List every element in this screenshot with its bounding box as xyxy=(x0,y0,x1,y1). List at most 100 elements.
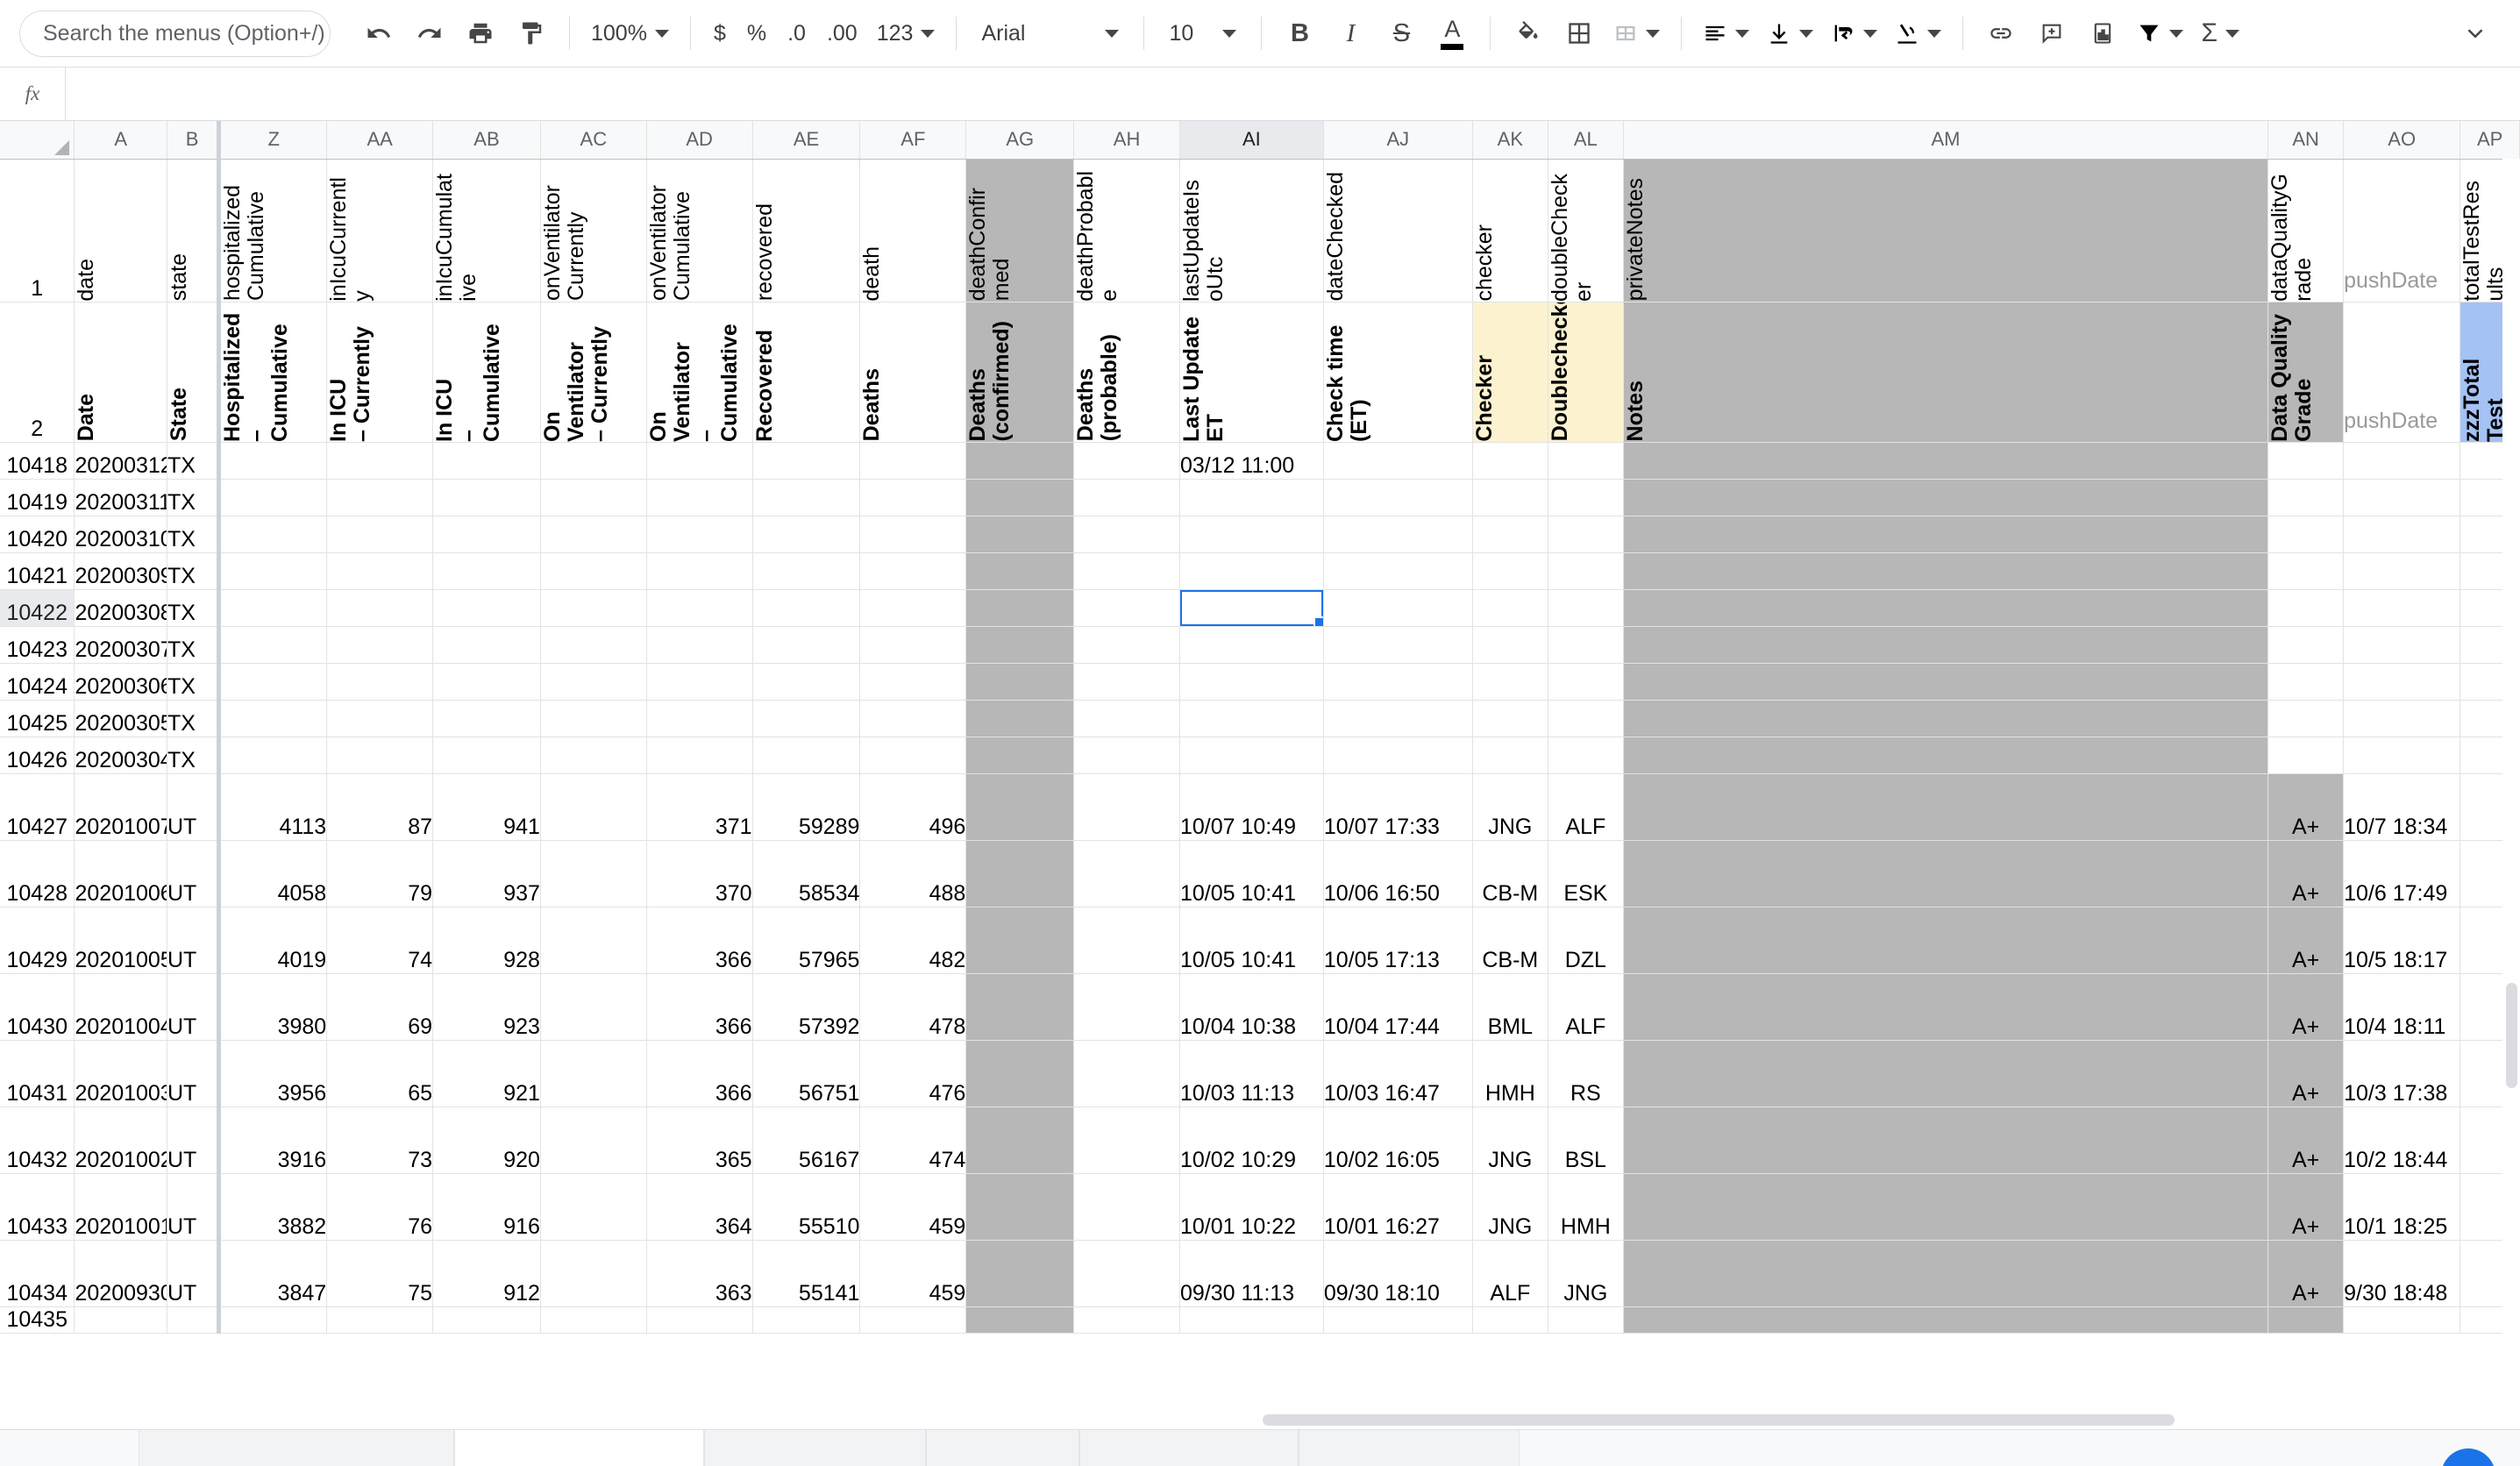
cell-AB10426[interactable] xyxy=(432,737,541,774)
undo-icon[interactable] xyxy=(353,8,404,59)
redo-icon[interactable] xyxy=(404,8,455,59)
merge-cells-button[interactable] xyxy=(1605,8,1669,59)
cell-AO10419[interactable] xyxy=(2343,479,2461,516)
cell-AK10425[interactable] xyxy=(1472,700,1548,737)
cell-AL10425[interactable] xyxy=(1548,700,1624,737)
cell-AE10427[interactable]: 59289 xyxy=(752,773,861,841)
row-header-10431[interactable]: 10431 xyxy=(0,1040,75,1107)
header-cell-AJ2[interactable]: Check time (ET) xyxy=(1323,302,1473,443)
column-header-AC[interactable]: AC xyxy=(540,121,647,160)
cell-AM10433[interactable] xyxy=(1623,1173,2269,1241)
cell-AL10422[interactable] xyxy=(1548,589,1624,627)
cell-AI10428[interactable]: 10/05 10:41 xyxy=(1179,840,1324,907)
insert-comment-icon[interactable] xyxy=(2026,8,2077,59)
cell-AL10420[interactable] xyxy=(1548,516,1624,553)
vertical-scrollbar-thumb[interactable] xyxy=(2506,983,2517,1088)
cell-AF10433[interactable]: 459 xyxy=(859,1173,967,1241)
cell-AO10427[interactable]: 10/7 18:34 xyxy=(2343,773,2461,841)
cell-AG10434[interactable] xyxy=(965,1240,1075,1307)
cell-AG10433[interactable] xyxy=(965,1173,1075,1241)
cell-AH10423[interactable] xyxy=(1073,626,1180,664)
cell-AF10424[interactable] xyxy=(859,663,967,701)
cell-AC10418[interactable] xyxy=(540,442,647,480)
header-cell-AA1[interactable]: inIcuCurrentl y xyxy=(326,159,434,302)
cell-AK10422[interactable] xyxy=(1472,589,1548,627)
header-cell-AF2[interactable]: Deaths xyxy=(859,302,967,443)
cell-AA10435[interactable] xyxy=(326,1306,434,1334)
cell-AA10431[interactable]: 65 xyxy=(326,1040,434,1107)
table-row[interactable]: 10429 20201005 UT 4019 74 928 366 57965 482 10/05… xyxy=(0,907,2520,974)
cell-Z10421[interactable] xyxy=(218,552,328,590)
cell-AD10430[interactable]: 366 xyxy=(646,973,753,1041)
table-row[interactable]: 10430 20201004 UT 3980 69 923 366 57392 478 10/04… xyxy=(0,973,2520,1041)
horizontal-scrollbar[interactable] xyxy=(0,1410,2502,1429)
cell-AJ10422[interactable] xyxy=(1323,589,1473,627)
cell-AL10433[interactable]: HMH xyxy=(1548,1173,1624,1241)
cell-AC10423[interactable] xyxy=(540,626,647,664)
cell-AC10434[interactable] xyxy=(540,1240,647,1307)
column-header-AF[interactable]: AF xyxy=(859,121,967,160)
cell-AN10419[interactable] xyxy=(2267,479,2345,516)
cell-AA10423[interactable] xyxy=(326,626,434,664)
cell-AF10422[interactable] xyxy=(859,589,967,627)
cell-Z10430[interactable]: 3980 xyxy=(218,973,328,1041)
cell-AO10432[interactable]: 10/2 18:44 xyxy=(2343,1107,2461,1174)
cell-AN10435[interactable] xyxy=(2267,1306,2345,1334)
cell-A10420[interactable]: 20200310 xyxy=(74,516,167,553)
cell-A10418[interactable]: 20200312 xyxy=(74,442,167,480)
column-header-A[interactable]: A xyxy=(74,121,167,160)
cell-AC10425[interactable] xyxy=(540,700,647,737)
cell-AF10434[interactable]: 459 xyxy=(859,1240,967,1307)
cell-AA10418[interactable] xyxy=(326,442,434,480)
bold-button[interactable]: B xyxy=(1274,8,1325,59)
cell-AJ10421[interactable] xyxy=(1323,552,1473,590)
cell-AL10431[interactable]: RS xyxy=(1548,1040,1624,1107)
cell-AO10426[interactable] xyxy=(2343,737,2461,774)
sheet-tab-sheet59[interactable]: Sheet59 xyxy=(926,1430,1080,1466)
more-formats-button[interactable]: 123 xyxy=(868,8,944,59)
cell-AC10428[interactable] xyxy=(540,840,647,907)
cell-AH10425[interactable] xyxy=(1073,700,1180,737)
cell-AO10431[interactable]: 10/3 17:38 xyxy=(2343,1040,2461,1107)
cell-Z10420[interactable] xyxy=(218,516,328,553)
header-cell-AO2[interactable]: pushDate xyxy=(2343,302,2461,443)
table-row[interactable]: 10431 20201003 UT 3956 65 921 366 56751 476 10/03… xyxy=(0,1040,2520,1107)
cell-AL10428[interactable]: ESK xyxy=(1548,840,1624,907)
cell-AH10433[interactable] xyxy=(1073,1173,1180,1241)
column-header-AB[interactable]: AB xyxy=(432,121,541,160)
cell-AB10429[interactable]: 928 xyxy=(432,907,541,974)
cell-AK10435[interactable] xyxy=(1472,1306,1548,1334)
cell-AM10425[interactable] xyxy=(1623,700,2269,737)
cell-AM10418[interactable] xyxy=(1623,442,2269,480)
cell-AC10429[interactable] xyxy=(540,907,647,974)
cell-AE10421[interactable] xyxy=(752,552,861,590)
cell-AJ10432[interactable]: 10/02 16:05 xyxy=(1323,1107,1473,1174)
cell-AM10422[interactable] xyxy=(1623,589,2269,627)
cell-AF10423[interactable] xyxy=(859,626,967,664)
sheet-tab-externalsheetcustomers[interactable]: ExternalSheetCustomers xyxy=(139,1430,454,1466)
header-cell-AJ1[interactable]: dateChecked xyxy=(1323,159,1473,302)
cell-AA10425[interactable] xyxy=(326,700,434,737)
cell-AG10428[interactable] xyxy=(965,840,1075,907)
cell-AM10429[interactable] xyxy=(1623,907,2269,974)
cell-B10421[interactable]: TX xyxy=(167,552,222,590)
cell-AA10421[interactable] xyxy=(326,552,434,590)
cell-AH10429[interactable] xyxy=(1073,907,1180,974)
cell-AI10429[interactable]: 10/05 10:41 xyxy=(1179,907,1324,974)
cell-AG10419[interactable] xyxy=(965,479,1075,516)
cell-AA10430[interactable]: 69 xyxy=(326,973,434,1041)
cell-AG10421[interactable] xyxy=(965,552,1075,590)
table-row[interactable]: 10434 20200930 UT 3847 75 912 363 55141 459 09/30… xyxy=(0,1240,2520,1307)
select-all-corner[interactable] xyxy=(0,121,75,160)
cell-AN10427[interactable]: A+ xyxy=(2267,773,2345,841)
cell-AG10422[interactable] xyxy=(965,589,1075,627)
cell-AD10422[interactable] xyxy=(646,589,753,627)
cell-B10435[interactable] xyxy=(167,1306,222,1334)
cell-AF10428[interactable]: 488 xyxy=(859,840,967,907)
cell-AE10422[interactable] xyxy=(752,589,861,627)
table-row[interactable]: 10418 20200312 TX 03/12 11:00 xyxy=(0,442,2520,480)
next-sheet-button[interactable] xyxy=(1581,1450,1632,1466)
cell-AK10421[interactable] xyxy=(1472,552,1548,590)
cell-AH10432[interactable] xyxy=(1073,1107,1180,1174)
cell-AF10429[interactable]: 482 xyxy=(859,907,967,974)
